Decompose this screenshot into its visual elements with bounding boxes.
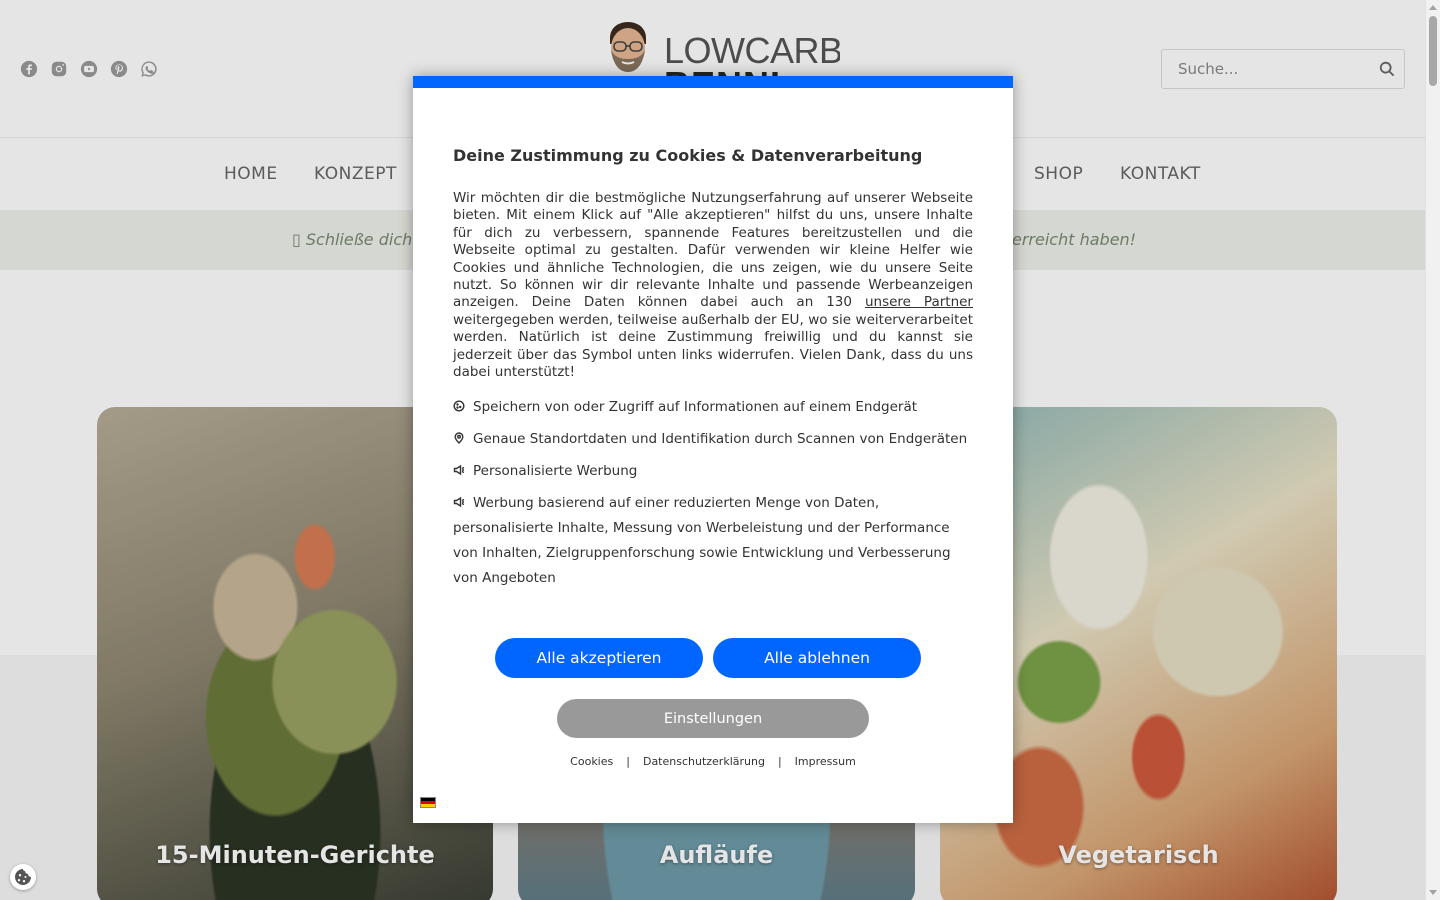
megaphone-icon: [453, 460, 465, 476]
page-scrollbar[interactable]: [1425, 0, 1440, 900]
link-separator: |: [777, 755, 782, 768]
cookie-consent-dialog: Deine Zustimmung zu Cookies & Datenverar…: [413, 76, 1013, 823]
privacy-policy-link[interactable]: Datenschutzerklärung: [643, 755, 765, 768]
purpose-item: Genaue Standortdaten und Identifikation …: [453, 427, 973, 452]
purpose-text: Werbung basierend auf einer reduzierten …: [453, 495, 951, 586]
accept-all-button[interactable]: Alle akzeptieren: [495, 638, 703, 678]
partner-link[interactable]: unsere Partner: [865, 294, 973, 310]
dialog-description: Wir möchten dir die bestmögliche Nutzung…: [453, 190, 973, 381]
megaphone-icon: [453, 492, 465, 508]
imprint-link[interactable]: Impressum: [795, 755, 856, 768]
purpose-list: Speichern von oder Zugriff auf Informati…: [453, 395, 973, 598]
purpose-item: Speichern von oder Zugriff auf Informati…: [453, 395, 973, 420]
cookie-settings-icon[interactable]: [10, 864, 36, 890]
cookies-link[interactable]: Cookies: [570, 755, 613, 768]
purpose-item: Werbung basierend auf einer reduzierten …: [453, 491, 973, 591]
purpose-text: Personalisierte Werbung: [473, 463, 638, 479]
scroll-down-icon[interactable]: [1429, 890, 1437, 895]
dialog-title: Deine Zustimmung zu Cookies & Datenverar…: [453, 146, 923, 165]
german-flag-icon[interactable]: [420, 797, 436, 808]
description-text-part2: weitergegeben werden, teilweise außerhal…: [453, 311, 973, 381]
purpose-text: Speichern von oder Zugriff auf Informati…: [473, 399, 918, 415]
purpose-text: Genaue Standortdaten und Identifikation …: [473, 431, 968, 447]
scroll-up-icon[interactable]: [1429, 5, 1437, 10]
description-text-part1: Wir möchten dir die bestmögliche Nutzung…: [453, 190, 973, 311]
reject-all-button[interactable]: Alle ablehnen: [713, 638, 921, 678]
purpose-item: Personalisierte Werbung: [453, 459, 973, 484]
legal-links: Cookies | Datenschutzerklärung | Impressum: [413, 755, 1013, 768]
cookie-icon: [453, 396, 465, 412]
location-pin-icon: [453, 428, 465, 444]
scrollbar-thumb[interactable]: [1429, 16, 1437, 86]
link-separator: |: [626, 755, 630, 768]
settings-button[interactable]: Einstellungen: [557, 699, 869, 738]
